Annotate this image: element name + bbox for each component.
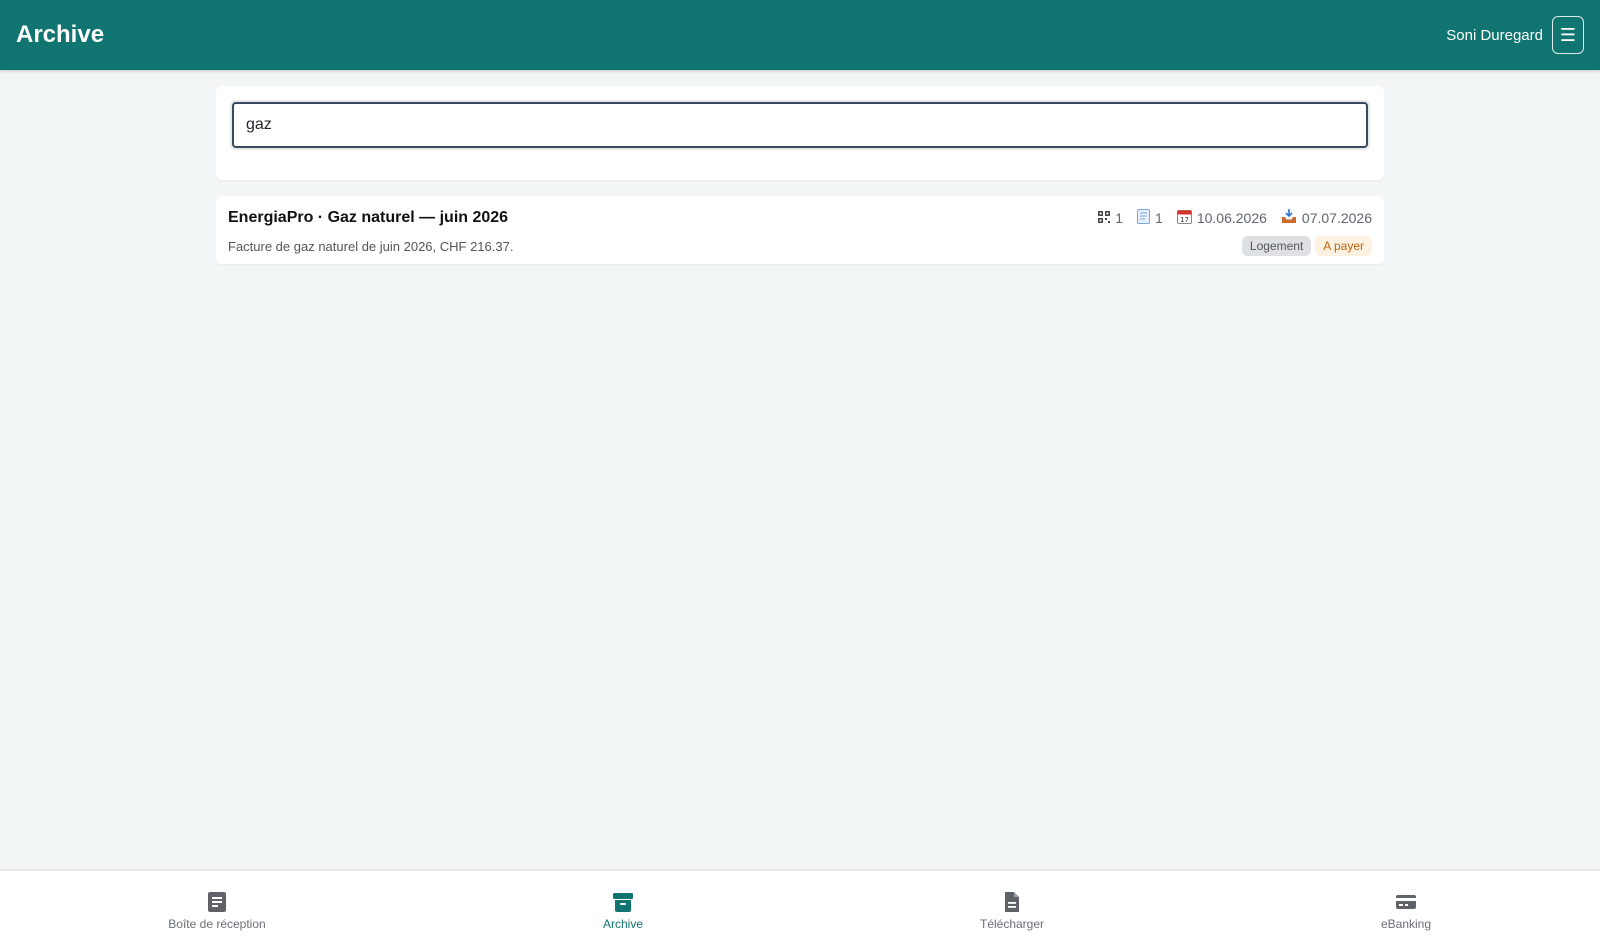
result-header: EnergiaPro · Gaz naturel — juin 2026 1 1…	[228, 206, 1372, 230]
received-date: 07.07.2026	[1281, 209, 1372, 227]
document-icon	[1137, 209, 1151, 227]
bottom-nav: Boîte de réception Archive Télécharger e…	[0, 870, 1600, 950]
nav-item-upload[interactable]: Télécharger	[912, 871, 1112, 950]
nav-label-archive: Archive	[602, 917, 643, 931]
qr-count-value: 1	[1115, 210, 1124, 226]
hamburger-icon: ☰	[1559, 25, 1577, 45]
search-input[interactable]	[232, 102, 1368, 148]
result-meta: 1 1 17 10.06.2026 07.07.2026	[1098, 209, 1372, 227]
received-date-value: 07.07.2026	[1301, 210, 1372, 226]
user-name[interactable]: Soni Duregard	[1446, 27, 1543, 44]
file-icon	[1005, 892, 1019, 912]
qr-count: 1	[1098, 210, 1123, 226]
archive-box-icon	[613, 893, 633, 912]
result-item[interactable]: EnergiaPro · Gaz naturel — juin 2026 1 1…	[216, 196, 1384, 264]
doc-count: 1	[1137, 209, 1163, 227]
menu-button[interactable]: ☰	[1552, 16, 1584, 54]
credit-card-icon	[1396, 895, 1416, 909]
nav-item-archive[interactable]: Archive	[523, 871, 723, 950]
invoice-date-value: 10.06.2026	[1196, 210, 1267, 226]
doc-count-value: 1	[1155, 210, 1163, 226]
nav-item-inbox[interactable]: Boîte de réception	[117, 871, 317, 950]
svg-text:17: 17	[1180, 216, 1189, 224]
result-title[interactable]: EnergiaPro · Gaz naturel — juin 2026	[228, 209, 508, 227]
nav-item-ebanking[interactable]: eBanking	[1306, 871, 1506, 950]
calendar-icon: 17	[1176, 209, 1192, 227]
tag-badge-logement[interactable]: Logement	[1241, 236, 1312, 256]
inbox-icon	[208, 892, 226, 912]
invoice-date: 17 10.06.2026	[1176, 209, 1267, 227]
page-title: Archive	[16, 21, 105, 48]
result-footer: Facture de gaz naturel de juin 2026, CHF…	[228, 236, 1372, 256]
nav-label-inbox: Boîte de réception	[168, 917, 266, 931]
inbox-tray-icon	[1281, 209, 1297, 227]
nav-label-ebanking: eBanking	[1380, 917, 1432, 931]
user-area: Soni Duregard ☰	[1446, 16, 1584, 54]
search-card	[216, 86, 1384, 180]
status-badge[interactable]: A payer	[1315, 236, 1372, 256]
top-bar: Archive Soni Duregard ☰	[0, 0, 1600, 70]
qr-code-icon	[1098, 210, 1111, 226]
result-description: Facture de gaz naturel de juin 2026, CHF…	[228, 238, 514, 254]
tag-list: Logement A payer	[1241, 236, 1372, 256]
nav-label-upload: Télécharger	[979, 917, 1045, 931]
